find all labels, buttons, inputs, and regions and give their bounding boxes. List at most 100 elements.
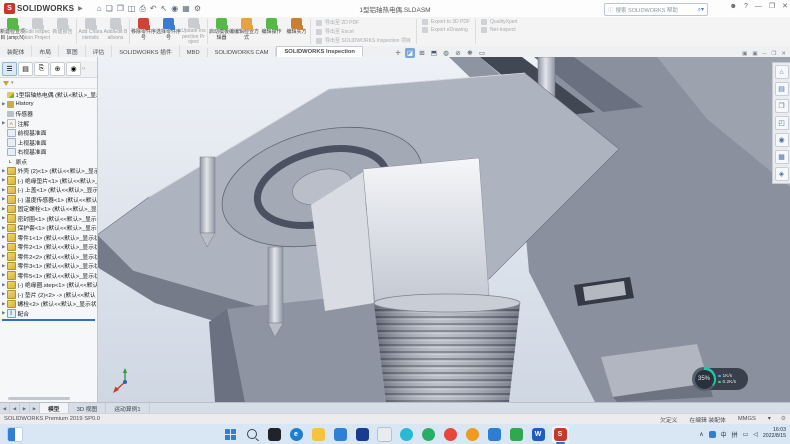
search-button[interactable] [244, 426, 261, 443]
tree-item[interactable]: ▶保护套<1> (默认<<默认>_显示状 [0, 223, 97, 233]
options-gear-icon[interactable]: ⚙ [194, 4, 201, 14]
help-icon[interactable]: ? [744, 3, 748, 10]
section-view-icon[interactable]: ◪ [405, 48, 415, 58]
save-icon[interactable]: ◫ [128, 4, 136, 14]
tree-item[interactable]: ▶外壳 (2)<1> (默认<<默认>_显示状 [0, 166, 97, 176]
tree-item[interactable]: ▶(-) 垫片 (2)<2> -> (默认<<默认 [0, 290, 97, 300]
appearances-scenes-icon[interactable]: ◉ [775, 133, 789, 147]
tab-草图[interactable]: 草图 [59, 45, 86, 57]
ribbon-button-edit-vendor[interactable]: 编辑实方 [284, 17, 309, 46]
tree-item[interactable]: ▶螺栓<2> (默认<<默认>_显示状态 [0, 299, 97, 309]
tray-clock[interactable]: 16:032022/8/15 [763, 428, 786, 440]
tree-item[interactable]: ▶(-) 绝缘垫片<1> (默认<<默认>_显 [0, 176, 97, 186]
minimize-button[interactable]: — [755, 3, 762, 10]
solidworks-resources-icon[interactable]: ⌂ [775, 65, 789, 79]
tree-item[interactable]: ▶零件2<1> (默认<<默认>_显示状 [0, 242, 97, 252]
tray-chevron-icon[interactable]: ∧ [699, 431, 703, 438]
tab-评估[interactable]: 评估 [86, 45, 113, 57]
panel-tabs-overflow-icon[interactable]: ‹› [82, 66, 85, 72]
ribbon-button-remove-balloons[interactable]: 移除零件序号 [131, 17, 156, 46]
home-icon[interactable]: ⌂ [97, 4, 102, 14]
appearance-icon[interactable]: ▦ [182, 4, 190, 14]
print-icon[interactable]: ⎙ [139, 4, 145, 14]
tree-item[interactable]: ▶零件1<1> (默认<<默认>_显示状态 [0, 233, 97, 243]
edge-browser[interactable]: e [288, 426, 305, 443]
tab-SOLIDWORKS CAM[interactable]: SOLIDWORKS CAM [208, 48, 277, 57]
chrome-browser[interactable] [442, 426, 459, 443]
tree-hscrollbar[interactable] [8, 397, 70, 400]
tree-filter[interactable]: ▾ [0, 78, 97, 89]
tree-item[interactable]: ▶(-) 上盖<1> (默认<<默认>_显示状 [0, 185, 97, 195]
app-monitor[interactable] [486, 426, 503, 443]
viewport-3d[interactable] [97, 57, 790, 402]
tree-item[interactable]: ▶密封圈<1> (默认<<默认>_显示状 [0, 214, 97, 224]
tree-item[interactable]: 上视基准面 [0, 138, 97, 148]
zoom-to-fit-icon[interactable]: ✛ [393, 48, 403, 58]
browser-2[interactable] [464, 426, 481, 443]
search-icon[interactable]: ⌕▾ [698, 6, 704, 14]
view-orientation-icon[interactable]: ⬒ [429, 48, 439, 58]
open-icon[interactable]: ❐ [117, 4, 124, 14]
tab-configurations[interactable]: ⎘ [34, 62, 49, 76]
tab-装配体[interactable]: 装配体 [0, 45, 32, 57]
tree-item[interactable]: ▶(-) 绝缘圈.step<1> (默认<<默认> [0, 280, 97, 290]
file-explorer[interactable] [310, 426, 327, 443]
app-navy[interactable] [354, 426, 371, 443]
tree-item[interactable]: L原点 [0, 157, 97, 167]
start-button[interactable] [222, 426, 239, 443]
apply-scene-icon[interactable]: ▭ [477, 48, 487, 58]
app-dark[interactable] [266, 426, 283, 443]
close-button[interactable]: ✕ [782, 2, 788, 10]
logo-flyout-arrow-icon[interactable]: ▶ [78, 5, 83, 12]
ribbon-button-edit-operation[interactable]: 编辑操作 [259, 17, 284, 46]
tab-featuremanager[interactable]: ☰ [2, 62, 17, 76]
app-teal[interactable] [398, 426, 415, 443]
net-speed-badge[interactable]: 35% 1K/s 0.2K/s [694, 368, 748, 390]
tab-SOLIDWORKS 插件[interactable]: SOLIDWORKS 插件 [112, 45, 180, 57]
status-options-icon[interactable]: ⚙ [781, 416, 786, 422]
select-arrow-icon[interactable]: ↖ [161, 4, 168, 14]
restore-button[interactable]: ❐ [769, 2, 775, 10]
tab-SOLIDWORKS Inspection[interactable]: SOLIDWORKS Inspection [276, 46, 363, 57]
tree-item[interactable]: ▶(-) 温度传感器<1> (默认<<默认>_ [0, 195, 97, 205]
tree-item[interactable]: ▶零件5<1> (默认<<默认>_显示状 [0, 271, 97, 281]
tree-end-splitter[interactable] [2, 319, 95, 321]
tree-item[interactable]: ▶A注解 [0, 119, 97, 129]
design-library-icon[interactable]: ▤ [775, 82, 789, 96]
tree-item[interactable]: 传感器 [0, 109, 97, 119]
volume-icon[interactable]: ◁ [753, 431, 758, 438]
user-icon[interactable]: ☻ [730, 3, 737, 10]
tree-item[interactable]: ▶∥配合 [0, 309, 97, 319]
solidworks-logo[interactable]: S SOLIDWORKS ▶ [0, 0, 87, 17]
undo-icon[interactable]: ↶ [150, 4, 157, 14]
ribbon-button-select-balloons[interactable]: 选择零件序号 [156, 17, 181, 46]
ribbon-button-launch-template-editor[interactable]: 启动模板编辑器 [209, 17, 234, 46]
tree-item[interactable]: 1型铝轴热电偶 (默认<默认>_显示状态-1 [0, 90, 97, 100]
edit-appearance-icon[interactable]: ❋ [465, 48, 475, 58]
tab-MBD[interactable]: MBD [180, 48, 208, 57]
new-document-icon[interactable]: ❏ [106, 4, 113, 14]
widgets-button[interactable] [7, 427, 23, 442]
file-explorer-icon[interactable]: ❐ [775, 99, 789, 113]
custom-properties-icon[interactable]: ▦ [775, 150, 789, 164]
tree-item[interactable]: ▶零件3<1> (默认<<默认>_显示状 [0, 261, 97, 271]
zoom-area-icon[interactable]: ⊞ [417, 48, 427, 58]
help-search-input[interactable]: ⓘ 搜索 SOLIDWORKS 帮助 ⌕▾ [604, 3, 708, 16]
wps-app[interactable] [508, 426, 525, 443]
tree-item[interactable]: 右视基准面 [0, 147, 97, 157]
touch-keyboard-icon[interactable]: ▭ [743, 431, 749, 438]
forum-icon[interactable]: ◈ [775, 167, 789, 181]
model-3d[interactable] [97, 57, 790, 402]
solidworks-app[interactable]: S [552, 426, 569, 443]
tray-onedrive-icon[interactable] [709, 431, 716, 438]
tree-item[interactable]: ▶零件2<2> (默认<<默认>_显示状 [0, 252, 97, 262]
tab-propertymanager[interactable]: ▤ [18, 62, 33, 76]
ribbon-button-new-inspection-project[interactable]: 新建检查项目 (amp;N) [0, 17, 25, 46]
wechat[interactable] [420, 426, 437, 443]
ime-lang[interactable]: 中 [721, 430, 727, 439]
rebuild-icon[interactable]: ◉ [171, 4, 178, 14]
hide-show-items-icon[interactable]: ⊘ [453, 48, 463, 58]
ribbon-button-edit-inspection-method[interactable]: 编辑检查方式 [234, 17, 259, 46]
view-palette-icon[interactable]: ◰ [775, 116, 789, 130]
ime-mode[interactable]: 拼 [732, 430, 738, 439]
